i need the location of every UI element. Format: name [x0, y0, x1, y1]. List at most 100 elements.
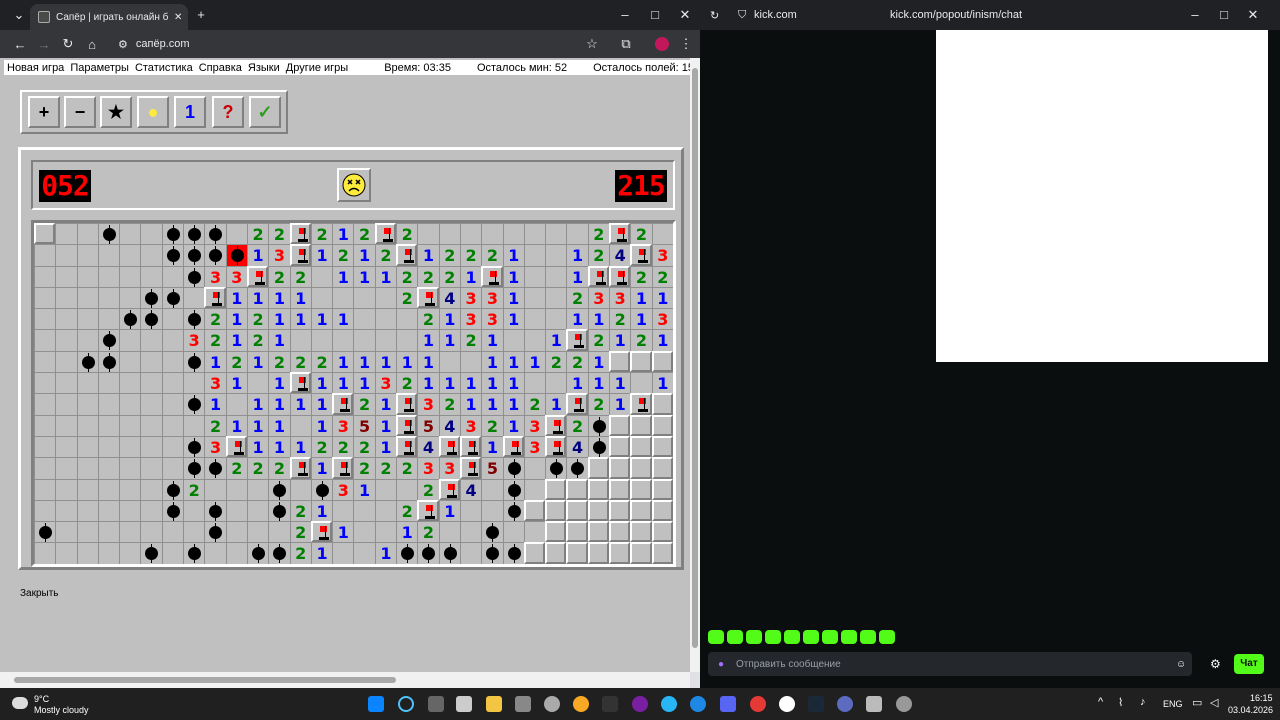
cell-number[interactable]: 2 — [417, 521, 439, 543]
cell-number[interactable]: 1 — [438, 308, 460, 330]
cell-unopened[interactable] — [609, 457, 631, 479]
cell-number[interactable]: 2 — [438, 265, 460, 287]
maximize-button[interactable]: □ — [1209, 1, 1239, 29]
cell-empty[interactable] — [34, 414, 56, 436]
close-window-button[interactable]: ✕ — [670, 1, 700, 29]
cell-empty[interactable] — [55, 223, 77, 245]
cell-mine[interactable] — [268, 499, 290, 522]
cell-empty[interactable] — [34, 435, 56, 458]
cell-empty[interactable] — [523, 478, 546, 500]
menu-new-game[interactable]: Новая игра — [4, 62, 67, 74]
cell-empty[interactable] — [396, 329, 418, 351]
cell-empty[interactable] — [310, 286, 333, 309]
cell-number[interactable]: 1 — [438, 372, 460, 394]
cell-flag[interactable] — [396, 393, 418, 415]
cell-empty[interactable] — [396, 308, 418, 330]
zoom-out-button[interactable]: − — [64, 96, 96, 128]
cell-empty[interactable] — [502, 223, 524, 245]
cell-empty[interactable] — [545, 244, 567, 266]
cell-empty[interactable] — [140, 435, 162, 458]
menu-help[interactable]: Справка — [196, 62, 245, 74]
cell-empty[interactable] — [374, 329, 397, 351]
cell-number[interactable]: 2 — [566, 286, 588, 309]
cell-number[interactable]: 3 — [587, 286, 610, 309]
cell-unopened[interactable] — [651, 521, 673, 543]
cell-mine[interactable] — [481, 542, 503, 564]
cell-empty[interactable] — [353, 329, 375, 351]
cell-flag[interactable] — [609, 223, 631, 245]
cell-empty[interactable] — [481, 478, 503, 500]
cell-empty[interactable] — [55, 478, 77, 500]
browser-menu-icon[interactable]: ⋮ — [674, 36, 698, 52]
cell-empty[interactable] — [246, 499, 269, 522]
cell-number[interactable]: 1 — [310, 542, 333, 564]
cell-number[interactable]: 4 — [566, 435, 588, 458]
cell-empty[interactable] — [523, 521, 546, 543]
cell-number[interactable]: 3 — [204, 435, 226, 458]
cell-flag[interactable] — [204, 286, 226, 309]
cell-empty[interactable] — [161, 542, 184, 564]
app-icon-1[interactable] — [515, 696, 531, 712]
cell-empty[interactable] — [55, 244, 77, 266]
emote-icon[interactable] — [746, 630, 762, 644]
cell-number[interactable]: 1 — [289, 435, 311, 458]
cell-number[interactable]: 2 — [396, 223, 418, 245]
cell-flag[interactable] — [225, 435, 247, 458]
cell-empty[interactable] — [55, 350, 77, 373]
cell-mine[interactable] — [417, 542, 439, 564]
cell-empty[interactable] — [545, 265, 567, 287]
profile-avatar[interactable] — [655, 37, 669, 51]
cell-number[interactable]: 3 — [417, 393, 439, 415]
cell-number[interactable]: 3 — [332, 414, 354, 436]
cell-unopened[interactable] — [651, 414, 673, 436]
cell-flag[interactable] — [396, 414, 418, 436]
steam-icon[interactable] — [808, 696, 824, 712]
cell-mine[interactable] — [97, 223, 120, 245]
emoji-icon[interactable]: ☺ — [1176, 659, 1186, 670]
cell-empty[interactable] — [55, 329, 77, 351]
cell-number[interactable]: 3 — [609, 286, 631, 309]
cell-number[interactable]: 1 — [609, 329, 631, 351]
cell-empty[interactable] — [459, 542, 482, 564]
cell-empty[interactable] — [97, 414, 120, 436]
cell-number[interactable]: 1 — [268, 329, 290, 351]
cell-number[interactable]: 1 — [396, 350, 418, 373]
app-icon-2[interactable] — [544, 696, 560, 712]
cell-number[interactable]: 2 — [630, 265, 652, 287]
cell-flag[interactable] — [310, 521, 333, 543]
cell-mine[interactable] — [502, 457, 524, 479]
emote-icon[interactable] — [765, 630, 781, 644]
cell-number[interactable]: 2 — [353, 223, 375, 245]
cell-flag[interactable] — [289, 244, 311, 266]
cell-number[interactable]: 2 — [353, 435, 375, 458]
cell-number[interactable]: 1 — [225, 414, 247, 436]
cell-number[interactable]: 3 — [438, 457, 460, 479]
cell-number[interactable]: 1 — [225, 308, 247, 330]
cell-empty[interactable] — [225, 478, 247, 500]
cell-mine[interactable] — [76, 350, 98, 373]
cell-number[interactable]: 1 — [289, 308, 311, 330]
cell-empty[interactable] — [76, 414, 98, 436]
cell-number[interactable]: 2 — [396, 457, 418, 479]
cell-number[interactable]: 3 — [459, 414, 482, 436]
cell-empty[interactable] — [140, 350, 162, 373]
cell-empty[interactable] — [97, 435, 120, 458]
cell-number[interactable]: 1 — [396, 521, 418, 543]
cell-unopened[interactable] — [545, 521, 567, 543]
cell-number[interactable]: 1 — [268, 372, 290, 394]
cell-number[interactable]: 1 — [438, 329, 460, 351]
cell-flag[interactable] — [502, 435, 524, 458]
cell-number[interactable]: 1 — [289, 393, 311, 415]
cell-number[interactable]: 2 — [587, 244, 610, 266]
network-icon[interactable]: ⌇ — [1118, 696, 1123, 709]
cell-empty[interactable] — [97, 244, 120, 266]
cell-empty[interactable] — [34, 308, 56, 330]
cell-number[interactable]: 1 — [332, 350, 354, 373]
zoom-in-button[interactable]: + — [28, 96, 60, 128]
app-icon-5[interactable] — [690, 696, 706, 712]
cell-empty[interactable] — [225, 542, 247, 564]
cell-flag[interactable] — [417, 499, 439, 522]
cell-number[interactable]: 1 — [481, 435, 503, 458]
display-icon[interactable]: ▭ — [1192, 696, 1202, 709]
cell-number[interactable]: 1 — [332, 265, 354, 287]
